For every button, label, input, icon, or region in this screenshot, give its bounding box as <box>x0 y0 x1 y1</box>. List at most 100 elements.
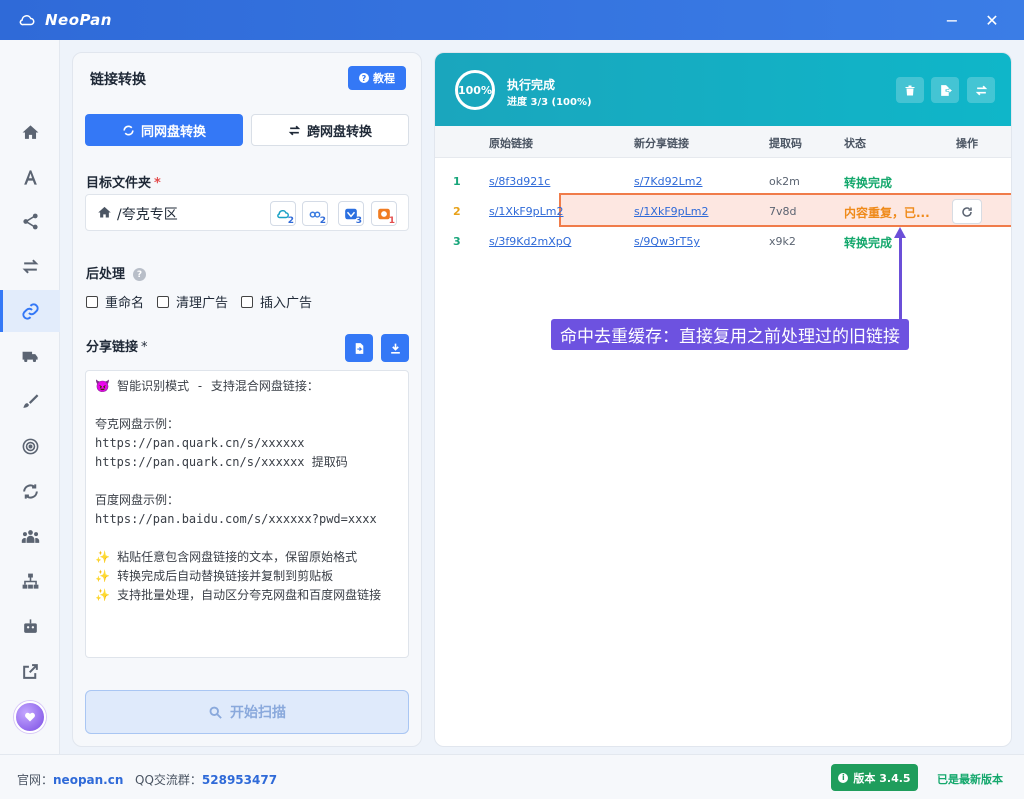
footer: 官网：neopan.cn QQ交流群：528953477 i 版本 3.4.5 … <box>0 754 1024 799</box>
same-drive-mode-button[interactable]: 同网盘转换 <box>85 114 243 146</box>
status-text: 转换完成 <box>844 176 893 190</box>
row-index: 3 <box>453 235 461 248</box>
status-text: 内容重复，已... <box>844 206 930 220</box>
sidebar-item-sitemap[interactable] <box>0 560 60 602</box>
target-icon <box>22 438 38 454</box>
clean-ads-checkbox[interactable]: 清理广告 <box>157 292 228 311</box>
status-title: 执行完成 <box>507 78 556 92</box>
sidebar-item-sync[interactable] <box>0 470 60 512</box>
drive-count: 2 <box>319 216 326 226</box>
external-link-icon <box>22 663 38 679</box>
export-button[interactable] <box>931 77 959 103</box>
qq-label: QQ交流群： <box>135 773 202 787</box>
sidebar-item-brush[interactable] <box>0 380 60 422</box>
retry-button[interactable] <box>952 199 982 224</box>
sidebar-item-robot[interactable] <box>0 605 60 647</box>
column-status: 状态 <box>844 137 866 150</box>
site-label: 官网： <box>17 773 54 787</box>
column-original-link: 原始链接 <box>489 137 533 150</box>
drive-button-quark[interactable]: 2 <box>270 201 296 226</box>
drive-count: 3 <box>355 216 362 226</box>
brush-icon <box>22 393 38 408</box>
sidebar-item-link[interactable] <box>0 290 60 332</box>
question-icon: ? <box>359 73 369 83</box>
download-button[interactable] <box>381 334 409 362</box>
search-icon <box>209 706 222 719</box>
panel-title: 链接转换 <box>90 72 146 88</box>
share-icon <box>22 213 38 229</box>
link-icon <box>21 302 39 320</box>
original-link[interactable]: s/1XkF9pLm2 <box>489 205 564 218</box>
close-button[interactable]: ✕ <box>982 10 1002 30</box>
column-actions: 操作 <box>956 137 978 150</box>
transfer-icon <box>288 125 301 135</box>
drive-button-baidu[interactable]: 2 <box>302 201 328 226</box>
column-code: 提取码 <box>769 137 802 150</box>
share-link-text: 分享链接 <box>86 340 139 355</box>
sidebar <box>0 40 60 754</box>
download-icon <box>390 343 400 354</box>
row-index: 1 <box>453 175 461 188</box>
file-import-icon <box>355 342 363 354</box>
drive-button-tianyi[interactable]: 3 <box>338 201 364 226</box>
share-link-input[interactable]: 😈 智能识别模式 - 支持混合网盘链接： 夸克网盘示例： https://pan… <box>85 370 409 658</box>
tutorial-label: 教程 <box>373 72 395 85</box>
sidebar-item-transfer[interactable] <box>0 245 60 287</box>
avatar[interactable] <box>14 701 46 733</box>
sidebar-item-truck[interactable] <box>0 335 60 377</box>
insert-ads-checkbox[interactable]: 插入广告 <box>241 292 312 311</box>
insert-ads-label: 插入广告 <box>260 296 313 311</box>
drive-button-uc[interactable]: 1 <box>371 201 397 226</box>
import-file-button[interactable] <box>345 334 373 362</box>
start-scan-label: 开始扫描 <box>230 705 286 721</box>
cross-drive-mode-button[interactable]: 跨网盘转换 <box>251 114 409 146</box>
sidebar-item-external[interactable] <box>0 650 60 692</box>
site-link[interactable]: neopan.cn <box>53 773 123 787</box>
sidebar-item-font[interactable] <box>0 156 60 198</box>
help-icon[interactable]: ? <box>133 268 147 281</box>
sidebar-item-share[interactable] <box>0 200 60 242</box>
app-title: NeoPan <box>45 11 112 29</box>
result-panel: 100% 执行完成 进度 3/3 (100%) 原始链接 新分享链接 提取码 状… <box>434 52 1012 747</box>
new-link[interactable]: s/1XkF9pLm2 <box>634 205 709 218</box>
start-scan-button[interactable]: 开始扫描 <box>85 690 409 734</box>
sidebar-item-home[interactable] <box>0 111 60 153</box>
rename-label: 重命名 <box>105 296 145 311</box>
version-text: 版本 3.4.5 <box>853 771 911 785</box>
rename-checkbox[interactable]: 重命名 <box>86 292 144 311</box>
copy-button[interactable] <box>967 77 995 103</box>
tutorial-button[interactable]: ? 教程 <box>348 66 406 90</box>
clear-button[interactable] <box>896 77 924 103</box>
new-link[interactable]: s/9Qw3rT5y <box>634 235 700 248</box>
required-mark: * <box>141 340 148 355</box>
truck-icon <box>22 351 38 362</box>
status-header: 100% 执行完成 进度 3/3 (100%) <box>435 53 1011 126</box>
checkbox-box <box>241 295 254 308</box>
version-badge[interactable]: i 版本 3.4.5 <box>831 764 918 791</box>
original-link[interactable]: s/8f3d921c <box>489 175 550 188</box>
official-site: 官网：neopan.cn <box>17 771 123 788</box>
share-link-label: 分享链接 * <box>86 336 148 355</box>
table-row-highlighted: 2 s/1XkF9pLm2 s/1XkF9pLm2 7v8d 内容重复，已... <box>435 193 1011 227</box>
cloud-logo-icon <box>19 15 35 26</box>
minimize-button[interactable]: − <box>942 10 962 30</box>
new-link[interactable]: s/7Kd92Lm2 <box>634 175 702 188</box>
transfer-icon <box>123 125 134 135</box>
sidebar-item-target[interactable] <box>0 425 60 467</box>
sidebar-item-users[interactable] <box>0 515 60 557</box>
refresh-icon <box>962 206 972 217</box>
original-link[interactable]: s/3f9Kd2mXpQ <box>489 235 571 248</box>
post-process-text: 后处理 <box>86 267 126 282</box>
sitemap-icon <box>22 573 38 589</box>
column-new-link: 新分享链接 <box>634 137 689 150</box>
checkbox-box <box>86 295 98 308</box>
cross-drive-mode-label: 跨网盘转换 <box>306 124 372 140</box>
title-bar: NeoPan − ✕ <box>0 0 1024 40</box>
link-convert-panel: 链接转换 ? 教程 同网盘转换 跨网盘转换 目标文件夹 * /夸克专区 2 2 3… <box>72 52 422 747</box>
target-folder-field[interactable]: /夸克专区 2 2 3 1 <box>85 194 409 231</box>
qq-number[interactable]: 528953477 <box>202 773 277 787</box>
extract-code: ok2m <box>769 175 800 188</box>
annotation-callout: 命中去重缓存：直接复用之前处理过的旧链接 <box>551 319 909 350</box>
drive-count: 2 <box>287 216 294 226</box>
trash-icon <box>905 85 915 95</box>
